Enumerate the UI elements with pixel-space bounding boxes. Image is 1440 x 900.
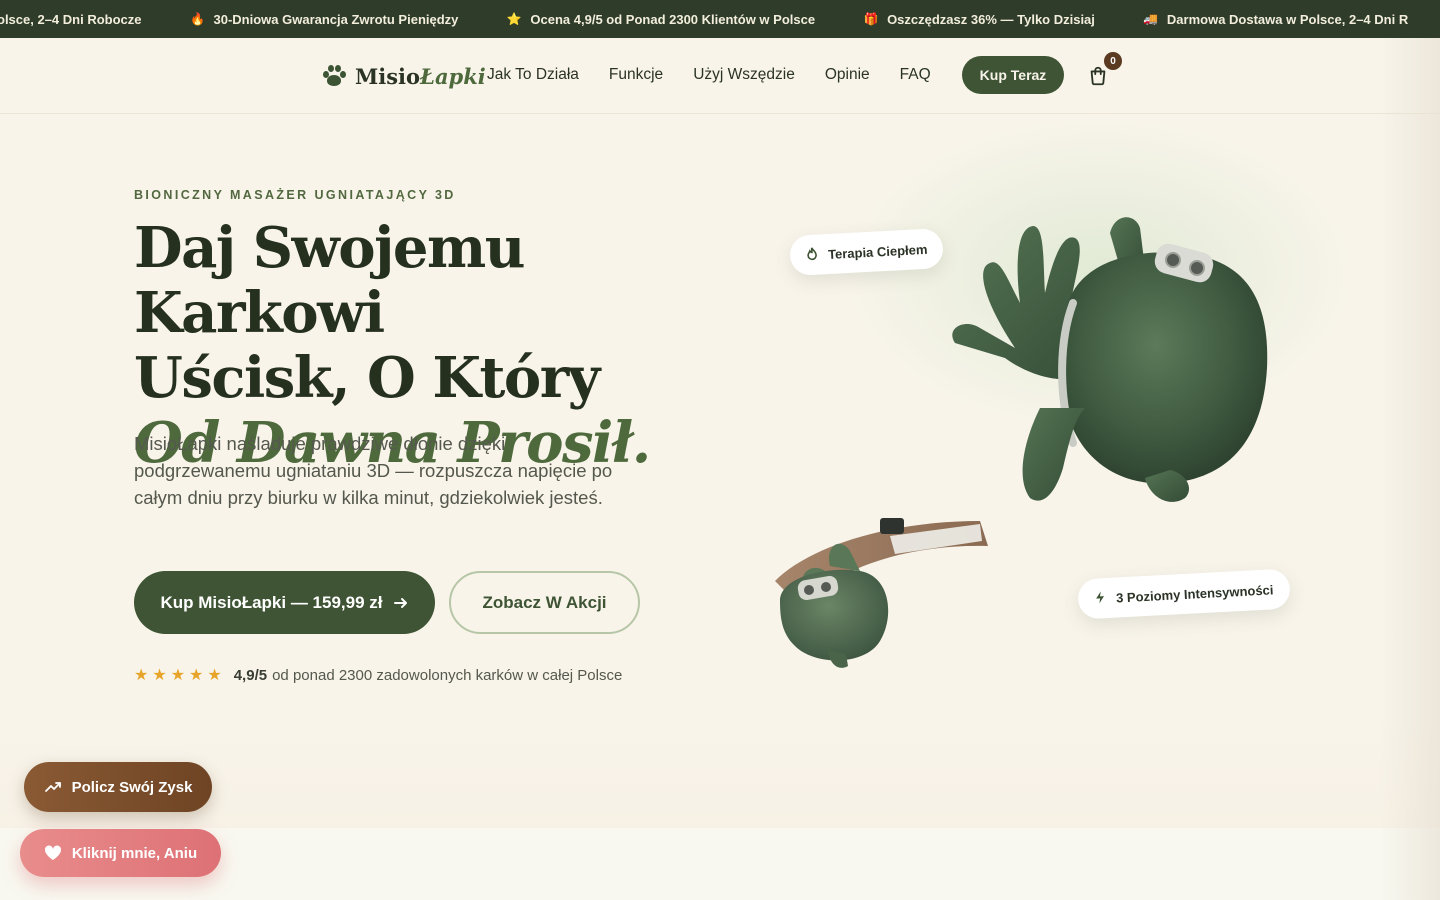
announcement-ticker: olsce, 2–4 Dni Robocze 🔥 30-Dniowa Gwara… (0, 0, 1440, 38)
hero-eyebrow: BIONICZNY MASAŻER UGNIATAJĄCY 3D (134, 188, 456, 202)
arrow-right-icon (393, 597, 407, 608)
star-icon: ★ (134, 666, 149, 684)
cart-icon[interactable] (1087, 65, 1109, 87)
right-edge-shadow (1380, 38, 1440, 900)
truck-icon: 🚚 (1143, 12, 1159, 26)
trending-up-icon (44, 782, 61, 792)
logo-main: Misio (355, 63, 421, 89)
paw-icon (322, 65, 346, 87)
ticker-track: olsce, 2–4 Dni Robocze 🔥 30-Dniowa Gwara… (0, 0, 1440, 38)
heat-therapy-label: Terapia Ciepłem (827, 241, 928, 262)
lightning-icon (1094, 590, 1107, 608)
logo-text: MisioŁapki (355, 64, 486, 89)
nav-link-use-anywhere[interactable]: Użyj Wszędzie (693, 66, 795, 84)
logo[interactable]: MisioŁapki (322, 62, 486, 90)
hero-lead: MisioŁapki naśladuje prawdziwe dłonie dz… (134, 433, 613, 508)
ticker-item: 🔥 30-Dniowa Gwarancja Zwrotu Pieniędzy (190, 11, 459, 27)
massager-strap-product-image (775, 518, 988, 668)
rating-summary: ★ ★ ★ ★ ★ 4,9/5 od ponad 2300 zadowolony… (134, 667, 622, 684)
fire-icon: 🔥 (190, 12, 205, 26)
heart-icon (44, 845, 61, 860)
nav-link-how-it-works[interactable]: Jak To Działa (487, 66, 579, 84)
intensity-levels-badge: 3 Poziomy Intensywności (1077, 568, 1291, 620)
main-nav: Jak To Działa Funkcje Użyj Wszędzie Opin… (487, 66, 961, 84)
nav-link-faq[interactable]: FAQ (900, 66, 931, 84)
ticker-text: Ocena 4,9/5 od Ponad 2300 Klientów w Pol… (530, 11, 816, 27)
ticker-text: Darmowa Dostawa w Polsce, 2–4 Dni R (1166, 11, 1409, 27)
hero-title-line2: Uścisk, O Który (134, 345, 600, 411)
star-icon: ★ (207, 666, 222, 684)
rating-score: 4,9/5 (233, 667, 268, 684)
star-icon: ★ (189, 666, 204, 684)
nav-link-features[interactable]: Funkcje (609, 66, 663, 84)
logo-accent: Łapki (420, 63, 486, 89)
cart-count-badge: 0 (1104, 52, 1122, 70)
ticker-text: Oszczędzasz 36% — Tylko Dzisiaj (887, 11, 1095, 27)
ticker-text: 30-Dniowa Gwarancja Zwrotu Pieniędzy (213, 11, 459, 27)
calculate-savings-button[interactable]: Policz Swój Zysk (24, 762, 212, 812)
heat-therapy-badge: Terapia Ciepłem (789, 228, 945, 276)
gift-icon: 🎁 (863, 12, 879, 26)
intensity-levels-label: 3 Poziomy Intensywności (1115, 581, 1274, 606)
ticker-item: olsce, 2–4 Dni Robocze (0, 12, 142, 27)
calculate-savings-label: Policz Swój Zysk (71, 778, 193, 796)
rating-stars: ★ ★ ★ ★ ★ (134, 666, 222, 684)
watch-demo-button[interactable]: Zobacz W Akcji (449, 571, 640, 634)
click-me-label: Kliknij mnie, Aniu (71, 844, 198, 862)
star-icon: ★ (170, 666, 186, 684)
massager-product-image (952, 217, 1268, 502)
hero-title-line1: Daj Swojemu Karkowi (134, 215, 525, 346)
hero-section: BIONICZNY MASAŻER UGNIATAJĄCY 3D Daj Swo… (0, 114, 1440, 828)
ticker-text: olsce, 2–4 Dni Robocze (0, 11, 142, 27)
click-me-button[interactable]: Kliknij mnie, Aniu (20, 829, 221, 877)
buy-product-label: Kup MisioŁapki — 159,99 zł (160, 592, 383, 612)
ticker-item: 🎁 Oszczędzasz 36% — Tylko Dzisiaj (863, 11, 1095, 27)
rating-text: od ponad 2300 zadowolonych karków w całe… (272, 667, 623, 684)
buy-now-button[interactable]: Kup Teraz (962, 56, 1064, 94)
ticker-item: ⭐ Ocena 4,9/5 od Ponad 2300 Klientów w P… (506, 11, 815, 27)
star-icon: ★ (152, 666, 167, 684)
star-icon: ⭐ (506, 12, 522, 26)
ticker-item: 🚚 Darmowa Dostawa w Polsce, 2–4 Dni R (1143, 11, 1408, 27)
nav-link-reviews[interactable]: Opinie (825, 66, 870, 84)
site-header: MisioŁapki Jak To Działa Funkcje Użyj Ws… (0, 38, 1440, 114)
buy-product-button[interactable]: Kup MisioŁapki — 159,99 zł (134, 571, 435, 634)
flame-icon (806, 244, 819, 264)
